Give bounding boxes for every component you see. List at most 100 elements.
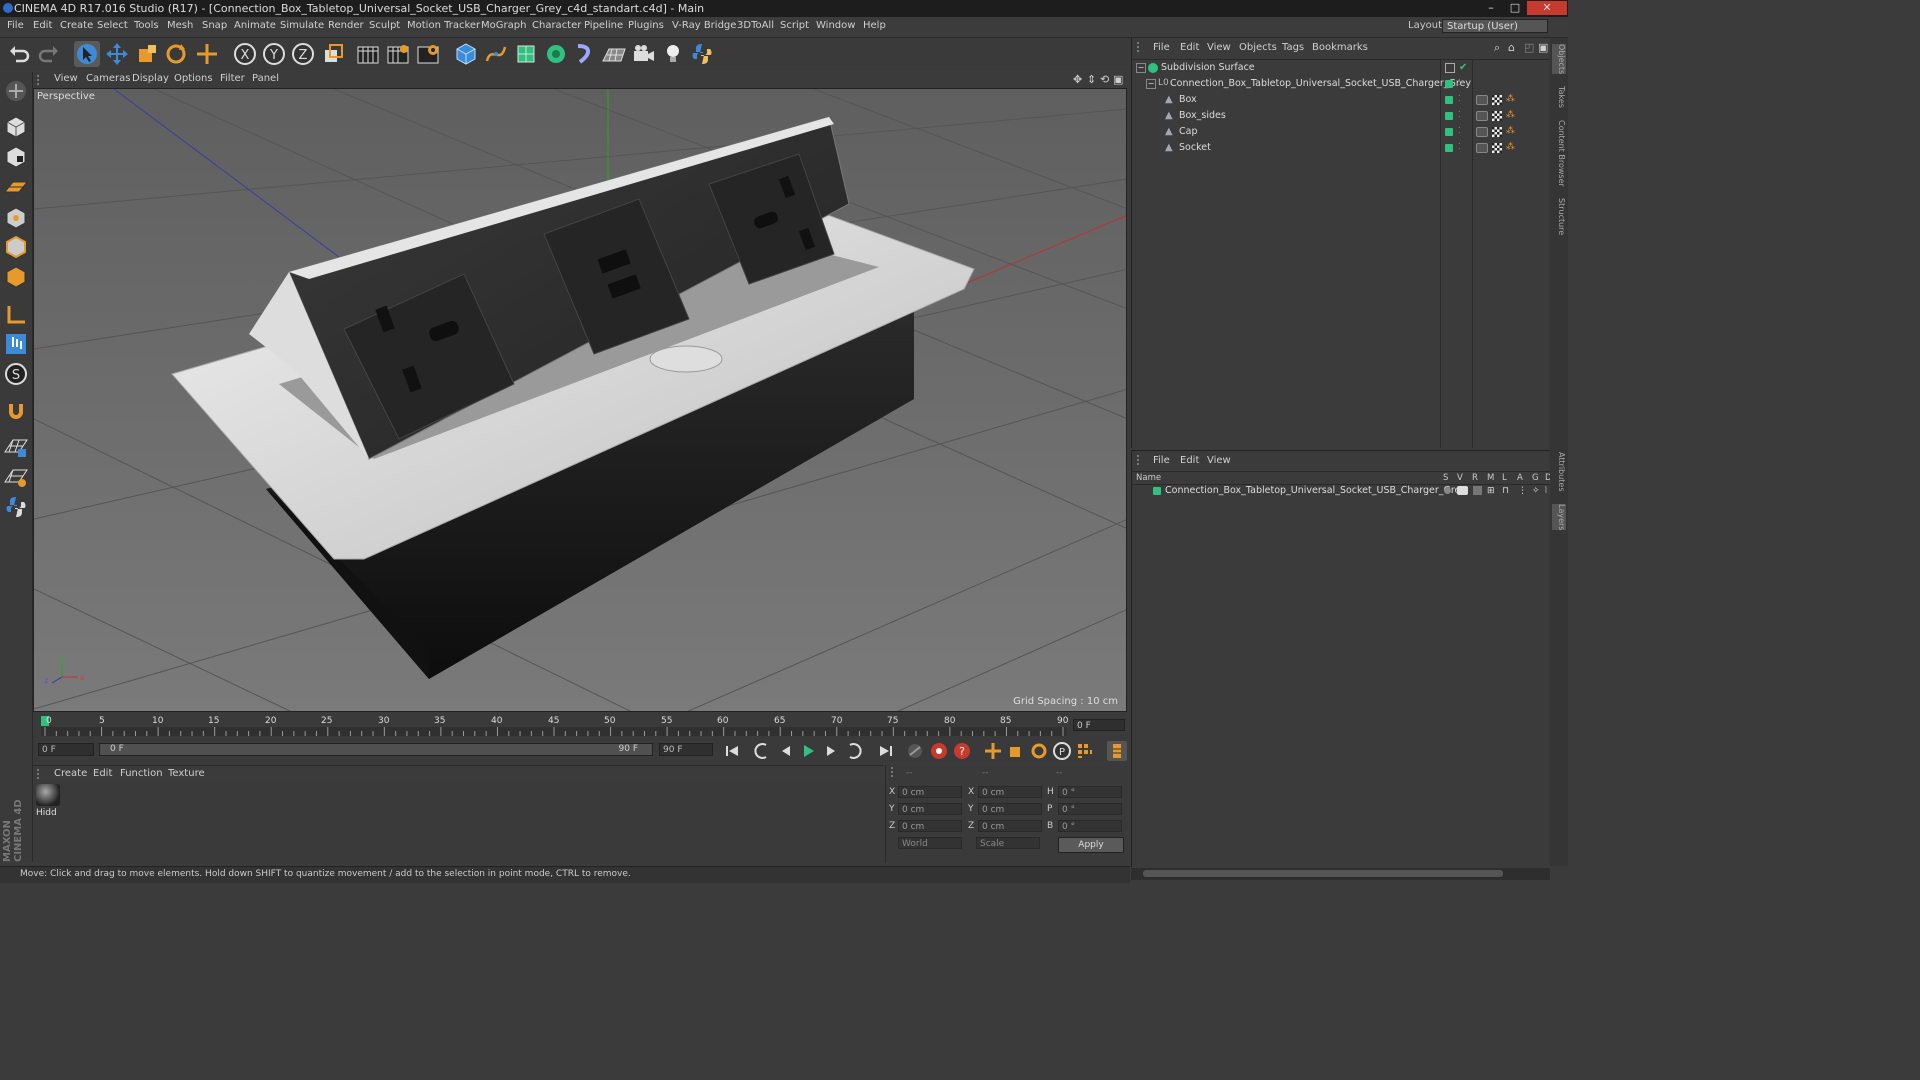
scrollbar-thumb[interactable] (1143, 870, 1503, 877)
material-menu-function[interactable]: Function (120, 768, 163, 779)
size-x-field[interactable]: 0 cm (978, 786, 1042, 798)
visibility-dots-icon[interactable]: ⁚ (1458, 142, 1468, 152)
object-row-box[interactable]: ▲ Box ⁚ ⁂ (1132, 92, 1551, 108)
magnet-icon[interactable] (3, 398, 29, 424)
points-mode-icon[interactable] (3, 205, 29, 231)
layer-color-icon[interactable] (1445, 80, 1453, 88)
tab-attributes[interactable]: Attributes (1552, 452, 1566, 492)
enabled-check-icon[interactable]: ✔ (1459, 62, 1469, 73)
viewport-move-icon[interactable]: ✥ (1073, 73, 1082, 86)
menu-script[interactable]: Script (780, 20, 809, 31)
scale-tool-icon[interactable] (134, 41, 160, 67)
perspective-viewport[interactable]: x y z Perspective Grid Spacing : 10 cm (33, 88, 1127, 712)
tab-layers[interactable]: Layers (1552, 504, 1566, 531)
menu-render[interactable]: Render (328, 20, 364, 31)
start-frame-field[interactable]: 0 F (38, 743, 94, 756)
cube-primitive-icon[interactable] (453, 41, 479, 67)
key-position-icon[interactable] (983, 741, 1003, 761)
x-axis-lock-icon[interactable]: X (232, 41, 258, 67)
cloner-icon[interactable] (543, 41, 569, 67)
layer-row[interactable]: Connection_Box_Tabletop_Universal_Socket… (1132, 484, 1551, 500)
menu-mesh[interactable]: Mesh (167, 20, 193, 31)
select-arrow-icon[interactable] (74, 41, 100, 67)
viewport-menu-display[interactable]: Display (132, 73, 169, 84)
texture-tag-icon[interactable] (1492, 127, 1502, 137)
menu-help[interactable]: Help (863, 20, 886, 31)
play-icon[interactable] (798, 741, 818, 761)
timeline-layout-icon[interactable] (1107, 741, 1127, 761)
model-mode-icon[interactable] (3, 114, 29, 140)
viewport-menu-filter[interactable]: Filter (220, 73, 245, 84)
rot-h-field[interactable]: 0 ° (1058, 786, 1122, 798)
layer-color-icon[interactable] (1445, 144, 1453, 152)
object-row-connection-box[interactable]: − L0 Connection_Box_Tabletop_Universal_S… (1132, 76, 1551, 92)
rot-b-field[interactable]: 0 ° (1058, 820, 1122, 832)
deformer-icon[interactable] (572, 41, 598, 67)
generator-icon[interactable]: ✧ (1532, 486, 1542, 496)
object-row-socket[interactable]: ▲ Socket ⁚ ⁂ (1132, 140, 1551, 156)
texture-tag-icon[interactable] (1492, 95, 1502, 105)
menu-simulate[interactable]: Simulate (280, 20, 324, 31)
menu-plugins[interactable]: Plugins (628, 20, 664, 31)
camera-icon[interactable] (631, 41, 657, 67)
go-to-end-icon[interactable] (876, 741, 896, 761)
objects-menu-objects[interactable]: Objects (1239, 42, 1277, 53)
pos-z-field[interactable]: 0 cm (898, 820, 962, 832)
light-icon[interactable] (660, 41, 686, 67)
axis-mode-icon[interactable] (3, 302, 29, 328)
material-tag-icon[interactable]: ⁂ (1506, 94, 1516, 104)
rotate-tool-icon[interactable] (163, 41, 189, 67)
size-y-field[interactable]: 0 cm (978, 803, 1042, 815)
editor-visibility-icon[interactable] (1445, 63, 1455, 73)
layer-color-icon[interactable] (1445, 128, 1453, 136)
object-row-box-sides[interactable]: ▲ Box_sides ⁚ ⁂ (1132, 108, 1551, 124)
minimize-button[interactable]: – (1480, 1, 1502, 15)
python-script-icon[interactable] (3, 494, 29, 520)
objects-menu-bookmarks[interactable]: Bookmarks (1312, 42, 1368, 53)
viewport-rotate-icon[interactable]: ⟲ (1100, 73, 1109, 86)
menu-snap[interactable]: Snap (202, 20, 227, 31)
viewport-zoom-icon[interactable]: ⇕ (1087, 73, 1096, 86)
spline-pen-icon[interactable] (483, 41, 509, 67)
objects-menu-file[interactable]: File (1153, 42, 1170, 53)
menu-vray-bridge[interactable]: V-Ray Bridge (672, 20, 736, 31)
object-row-cap[interactable]: ▲ Cap ⁚ ⁂ (1132, 124, 1551, 140)
undo-icon[interactable] (6, 41, 32, 67)
size-z-field[interactable]: 0 cm (978, 820, 1042, 832)
lock-icon[interactable]: ⊓ (1502, 486, 1512, 496)
end-frame-field[interactable]: 90 F (659, 743, 713, 756)
material-tag-icon[interactable]: ⁂ (1506, 110, 1516, 120)
z-axis-lock-icon[interactable]: Z (290, 41, 316, 67)
rot-p-field[interactable]: 0 ° (1058, 803, 1122, 815)
tab-takes[interactable]: Takes (1552, 86, 1566, 108)
maximize-panel-icon[interactable]: ▣ (1538, 41, 1548, 54)
menu-character[interactable]: Character (532, 20, 581, 31)
visibility-dots-icon[interactable]: ⁚ (1458, 126, 1468, 136)
key-scale-icon[interactable] (1006, 741, 1026, 761)
maximize-button[interactable]: □ (1504, 1, 1526, 15)
collapse-toggle-icon[interactable]: − (1136, 63, 1146, 73)
texture-mode-icon[interactable] (3, 144, 29, 170)
objects-menu-edit[interactable]: Edit (1180, 42, 1199, 53)
layer-color-icon[interactable] (1153, 487, 1161, 495)
object-row-subdivision-surface[interactable]: − Subdivision Surface ✔ (1132, 60, 1551, 76)
next-frame-icon[interactable] (821, 741, 841, 761)
manager-icon[interactable]: ⊞ (1487, 486, 1497, 496)
render-icon[interactable] (1473, 486, 1482, 495)
python-icon[interactable] (689, 41, 715, 67)
material-menu-create[interactable]: Create (54, 768, 87, 779)
timeline-ruler[interactable]: 0 5 10 15 20 25 30 35 40 45 50 55 60 65 … (33, 713, 1127, 739)
texture-tag-icon[interactable] (1492, 143, 1502, 153)
layout-select[interactable]: Startup (User) (1442, 19, 1548, 33)
menu-pipeline[interactable]: Pipeline (584, 20, 623, 31)
coordinate-space-select[interactable]: World (898, 837, 962, 849)
viewport-menu-panel[interactable]: Panel (252, 73, 279, 84)
viewport-menu-options[interactable]: Options (174, 73, 213, 84)
current-frame-field[interactable]: 0 F (1073, 719, 1125, 731)
render-settings-icon[interactable] (415, 41, 441, 67)
menu-window[interactable]: Window (816, 20, 855, 31)
phong-tag-icon[interactable] (1476, 143, 1488, 153)
material-tag-icon[interactable]: ⁂ (1506, 126, 1516, 136)
layers-menu-edit[interactable]: Edit (1180, 455, 1199, 466)
tab-objects[interactable]: Objects (1552, 44, 1566, 75)
